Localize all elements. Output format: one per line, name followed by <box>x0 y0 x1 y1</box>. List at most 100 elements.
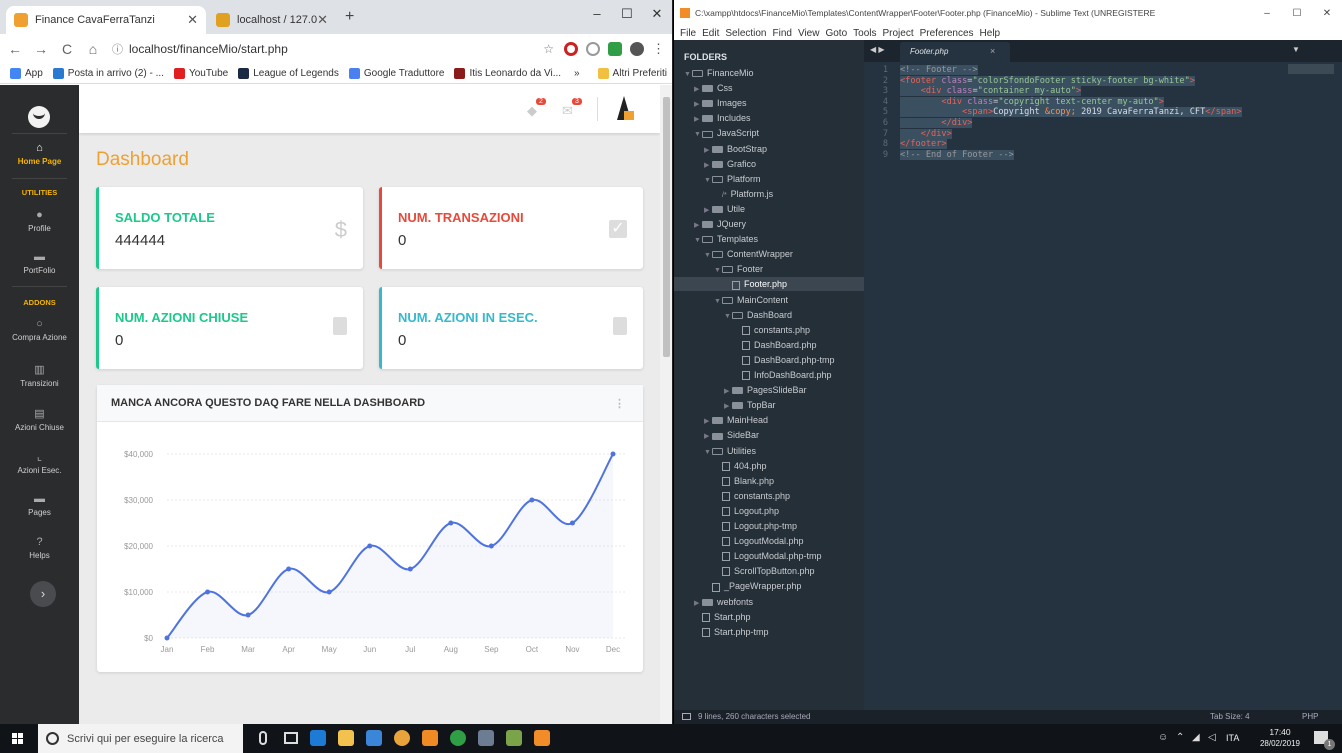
tree-item[interactable]: Logout.php-tmp <box>714 519 797 533</box>
new-tab-button[interactable]: + <box>345 8 354 26</box>
microphone-icon[interactable] <box>259 731 267 745</box>
maximize-button[interactable]: ☐ <box>612 6 642 22</box>
disclosure-icon[interactable]: ▶ <box>724 400 732 414</box>
bookmark-star-icon[interactable]: ☆ <box>543 42 554 56</box>
bookmark-apps[interactable]: App <box>10 68 43 79</box>
info-icon[interactable]: ⓘ <box>112 41 123 57</box>
minimize-button[interactable]: – <box>582 6 612 21</box>
profile-avatar[interactable] <box>630 42 644 56</box>
chart-menu-icon[interactable]: ⋮ <box>614 397 625 410</box>
maximize-button[interactable]: ☐ <box>1282 8 1312 19</box>
chevron-up-icon[interactable]: ⌃ <box>1176 732 1184 743</box>
menu-edit[interactable]: Edit <box>702 28 719 39</box>
menu-view[interactable]: View <box>798 28 820 39</box>
disclosure-icon[interactable]: ▶ <box>694 219 702 233</box>
syntax-status[interactable]: PHP <box>1302 712 1318 721</box>
tree-item[interactable]: ▶ Utile <box>704 202 745 216</box>
tree-item[interactable]: ▶ Includes <box>694 111 751 125</box>
code-line[interactable]: <footer class="colorSfondoFooter sticky-… <box>900 75 1195 86</box>
tab-close-icon[interactable]: ✕ <box>317 12 328 28</box>
clock-date[interactable]: 28/02/2019 <box>1255 739 1305 748</box>
editor-tab-footer[interactable]: Footer.php × <box>900 42 1010 62</box>
back-arrow-icon[interactable]: ← <box>4 41 26 57</box>
brand-logo-icon[interactable] <box>28 106 50 128</box>
close-window-button[interactable]: ✕ <box>642 6 672 22</box>
tree-item[interactable]: Start.php <box>694 610 751 624</box>
file-explorer-icon[interactable] <box>338 730 354 746</box>
bookmark-translate[interactable]: Google Traduttore <box>348 68 444 79</box>
tree-item[interactable]: DashBoard.php <box>734 338 817 352</box>
tree-item[interactable]: /* Platform.js <box>714 187 773 201</box>
tree-item[interactable]: ▶ Css <box>694 81 733 95</box>
disclosure-icon[interactable]: ▶ <box>724 385 732 399</box>
sidebar-item-azioni-chiuse[interactable]: ▤ Azioni Chiuse <box>0 407 79 432</box>
tree-item[interactable]: constants.php <box>734 323 810 337</box>
bell-icon[interactable]: ◆ <box>527 103 537 119</box>
tree-item[interactable]: ▼ FinanceMio <box>684 66 754 80</box>
disclosure-icon[interactable]: ▼ <box>714 264 722 278</box>
scrollbar-thumb[interactable] <box>663 97 670 357</box>
store-icon[interactable] <box>366 730 382 746</box>
language-indicator[interactable]: ITA <box>1226 733 1239 743</box>
close-window-button[interactable]: ✕ <box>1312 8 1342 19</box>
tree-item[interactable]: ▼ ContentWrapper <box>704 247 793 261</box>
tree-item[interactable]: Blank.php <box>714 474 774 488</box>
code-line[interactable]: </footer> <box>900 139 947 150</box>
menu-preferences[interactable]: Preferences <box>920 28 974 39</box>
disclosure-icon[interactable]: ▼ <box>694 234 702 248</box>
menu-file[interactable]: File <box>680 28 696 39</box>
tree-item[interactable]: ▼ Footer <box>714 262 763 276</box>
tree-item[interactable]: 404.php <box>714 459 767 473</box>
opera-extension-icon[interactable] <box>564 42 578 56</box>
tab-close-icon[interactable]: × <box>990 46 995 56</box>
disclosure-icon[interactable]: ▶ <box>704 415 712 429</box>
disclosure-icon[interactable]: ▼ <box>684 68 692 82</box>
envelope-icon[interactable]: ✉ <box>562 103 573 119</box>
xampp-icon[interactable] <box>422 730 438 746</box>
tree-item[interactable]: ▼ Utilities <box>704 444 756 458</box>
menu-tools[interactable]: Tools <box>853 28 876 39</box>
minimize-button[interactable]: – <box>1252 8 1282 19</box>
tree-item[interactable]: ▶ TopBar <box>724 398 776 412</box>
tree-item[interactable]: InfoDashBoard.php <box>734 368 832 382</box>
code-line[interactable]: <div class="copyright text-center my-aut… <box>900 96 1164 107</box>
sidebar-item-helps[interactable]: ? Helps <box>0 536 79 560</box>
other-bookmarks[interactable]: Altri Preferiti <box>597 68 667 79</box>
menu-project[interactable]: Project <box>883 28 914 39</box>
panel-menu-icon[interactable]: ▼ <box>1292 45 1300 54</box>
panel-toggle-icon[interactable] <box>682 713 691 720</box>
tree-item[interactable]: ▼ MainContent <box>714 293 788 307</box>
sidebar-item-transizioni[interactable]: ▥ Transizioni <box>0 363 79 388</box>
tree-item[interactable]: DashBoard.php-tmp <box>734 353 835 367</box>
tree-item[interactable]: ▶ JQuery <box>694 217 746 231</box>
disclosure-icon[interactable]: ▶ <box>694 113 702 127</box>
tree-item[interactable]: ▶ SideBar <box>704 428 759 442</box>
disclosure-icon[interactable]: ▶ <box>694 83 702 97</box>
disclosure-icon[interactable]: ▼ <box>704 174 712 188</box>
tree-item[interactable]: ▶ Images <box>694 96 747 110</box>
menu-help[interactable]: Help <box>980 28 1001 39</box>
app-icon[interactable] <box>478 730 494 746</box>
disclosure-icon[interactable]: ▶ <box>704 144 712 158</box>
code-line[interactable]: </div> <box>900 118 973 128</box>
tab-size-status[interactable]: Tab Size: 4 <box>1210 712 1250 721</box>
page-scrollbar[interactable] <box>660 85 672 724</box>
address-bar[interactable]: ⓘ localhost/financeMio/start.php ☆ <box>112 37 564 61</box>
browser-tab-finance[interactable]: Finance CavaFerraTanzi ✕ <box>6 6 206 34</box>
disclosure-icon[interactable]: ▶ <box>704 204 712 218</box>
task-view-icon[interactable] <box>284 732 298 744</box>
people-icon[interactable]: ☺ <box>1158 732 1168 743</box>
sidebar-item-profile[interactable]: ● Profile <box>0 209 79 233</box>
tree-item[interactable]: Footer.php <box>674 277 864 292</box>
code-line[interactable]: <!-- Footer --> <box>900 65 978 75</box>
tree-item[interactable]: ▶ PagesSlideBar <box>724 383 807 397</box>
disclosure-icon[interactable]: ▼ <box>704 249 712 263</box>
forward-arrow-icon[interactable]: → <box>30 41 52 57</box>
reload-icon[interactable]: C <box>56 41 78 57</box>
tree-item[interactable]: _PageWrapper.php <box>704 579 801 593</box>
disclosure-icon[interactable]: ▶ <box>704 430 712 444</box>
bookmark-lol[interactable]: League of Legends <box>238 68 339 79</box>
tree-item[interactable]: ▼ JavaScript <box>694 126 759 140</box>
sidebar-item-compra-azione[interactable]: ○ Compra Azione <box>0 318 79 342</box>
browser-tab-phpmyadmin[interactable]: localhost / 127.0.0.1 / finance / u ✕ <box>208 6 336 34</box>
